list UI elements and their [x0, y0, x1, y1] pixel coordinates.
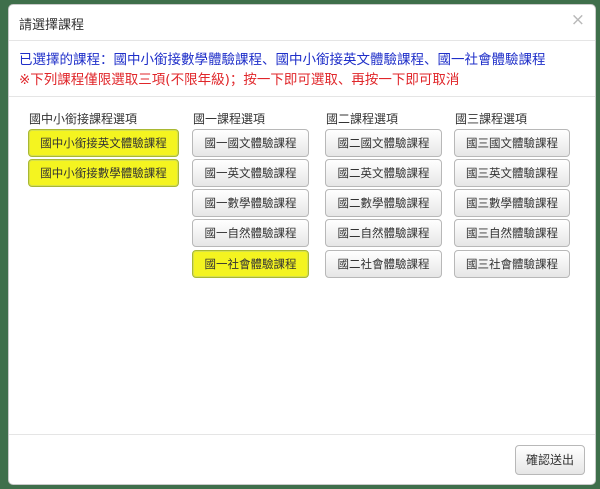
course-option[interactable]: 國三英文體驗課程: [454, 159, 570, 187]
course-option[interactable]: 國三社會體驗課程: [454, 250, 570, 278]
course-option[interactable]: 國中小銜接英文體驗課程: [28, 129, 179, 157]
course-option[interactable]: 國二社會體驗課程: [325, 250, 442, 278]
selected-courses-text: 已選擇的課程：國中小銜接數學體驗課程、國中小銜接英文體驗課程、國一社會體驗課程: [19, 52, 546, 68]
content-divider: [9, 96, 595, 97]
course-option[interactable]: 國中小銜接數學體驗課程: [28, 159, 179, 187]
course-option[interactable]: 國一社會體驗課程: [192, 250, 309, 278]
course-option[interactable]: 國一國文體驗課程: [192, 129, 309, 157]
course-option[interactable]: 國三自然體驗課程: [454, 219, 570, 247]
course-option[interactable]: 國三國文體驗課程: [454, 129, 570, 157]
course-option[interactable]: 國二英文體驗課程: [325, 159, 442, 187]
column-title-grade7: 國一課程選項: [193, 112, 266, 126]
course-option[interactable]: 國二數學體驗課程: [325, 189, 442, 217]
submit-button[interactable]: 確認送出: [515, 445, 585, 475]
close-icon[interactable]: ×: [571, 12, 585, 29]
course-option[interactable]: 國一數學體驗課程: [192, 189, 309, 217]
course-option[interactable]: 國三數學體驗課程: [454, 189, 570, 217]
course-option[interactable]: 國一自然體驗課程: [192, 219, 309, 247]
dialog-header: 請選擇課程 ×: [9, 5, 595, 41]
selection-notice: ※下列課程僅限選取三項(不限年級)；按一下即可選取、再按一下即可取消: [19, 72, 460, 88]
column-title-grade9: 國三課程選項: [455, 112, 528, 126]
course-option[interactable]: 國二自然體驗課程: [325, 219, 442, 247]
course-option[interactable]: 國一英文體驗課程: [192, 159, 309, 187]
course-option[interactable]: 國二國文體驗課程: [325, 129, 442, 157]
dialog-title: 請選擇課程: [19, 18, 85, 33]
column-title-grade8: 國二課程選項: [326, 112, 399, 126]
column-title-bridge: 國中小銜接課程選項: [29, 112, 138, 126]
footer-divider: [9, 434, 595, 435]
course-select-dialog: 請選擇課程 × 已選擇的課程：國中小銜接數學體驗課程、國中小銜接英文體驗課程、國…: [8, 4, 596, 485]
